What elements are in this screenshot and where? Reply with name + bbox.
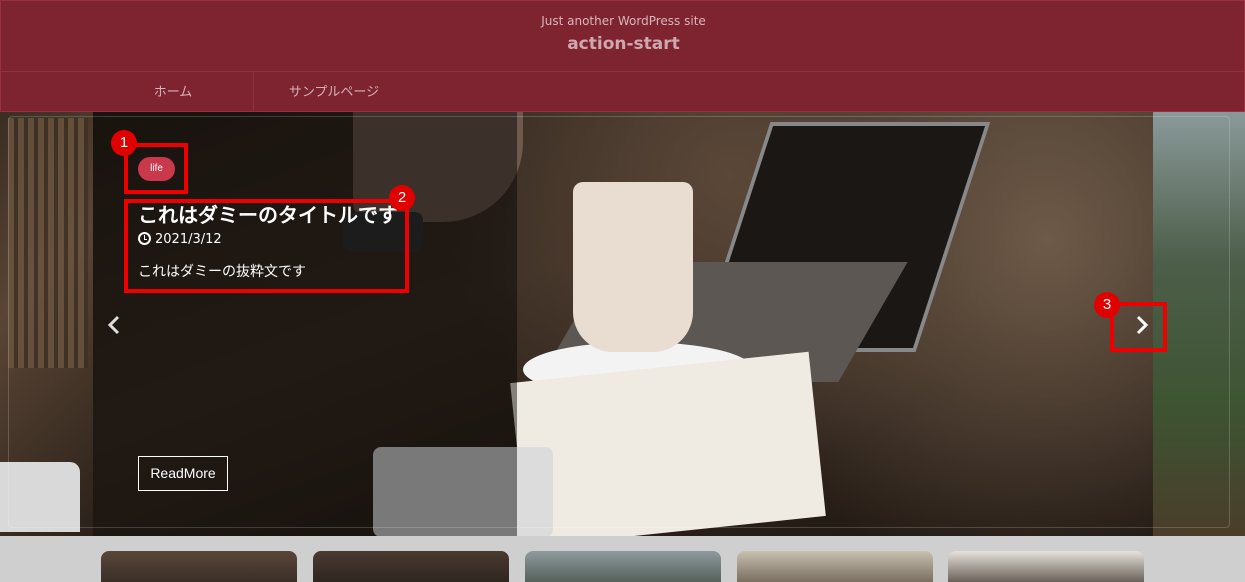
nav-item-sample-page[interactable]: サンプルページ	[254, 72, 414, 113]
annotation-number-1: 1	[111, 130, 137, 156]
thumbnail-5[interactable]	[948, 551, 1144, 582]
annotation-number-3: 3	[1094, 292, 1120, 318]
nav-item-home[interactable]: ホーム	[93, 72, 253, 113]
annotation-box-2	[124, 199, 409, 293]
readmore-button[interactable]: ReadMore	[138, 456, 228, 491]
site-title[interactable]: action-start	[1, 34, 1245, 54]
thumbnail-2[interactable]	[313, 551, 509, 582]
thumbnail-strip	[0, 536, 1245, 582]
thumbnail-3[interactable]	[525, 551, 721, 582]
thumbnail-1[interactable]	[101, 551, 297, 582]
chevron-left-icon[interactable]	[104, 314, 126, 336]
annotation-number-2: 2	[389, 185, 415, 211]
thumbnail-4[interactable]	[737, 551, 933, 582]
main-nav: ホーム サンプルページ	[1, 71, 1245, 113]
site-tagline: Just another WordPress site	[541, 14, 706, 28]
site-header: Just another WordPress site action-start…	[0, 0, 1245, 113]
